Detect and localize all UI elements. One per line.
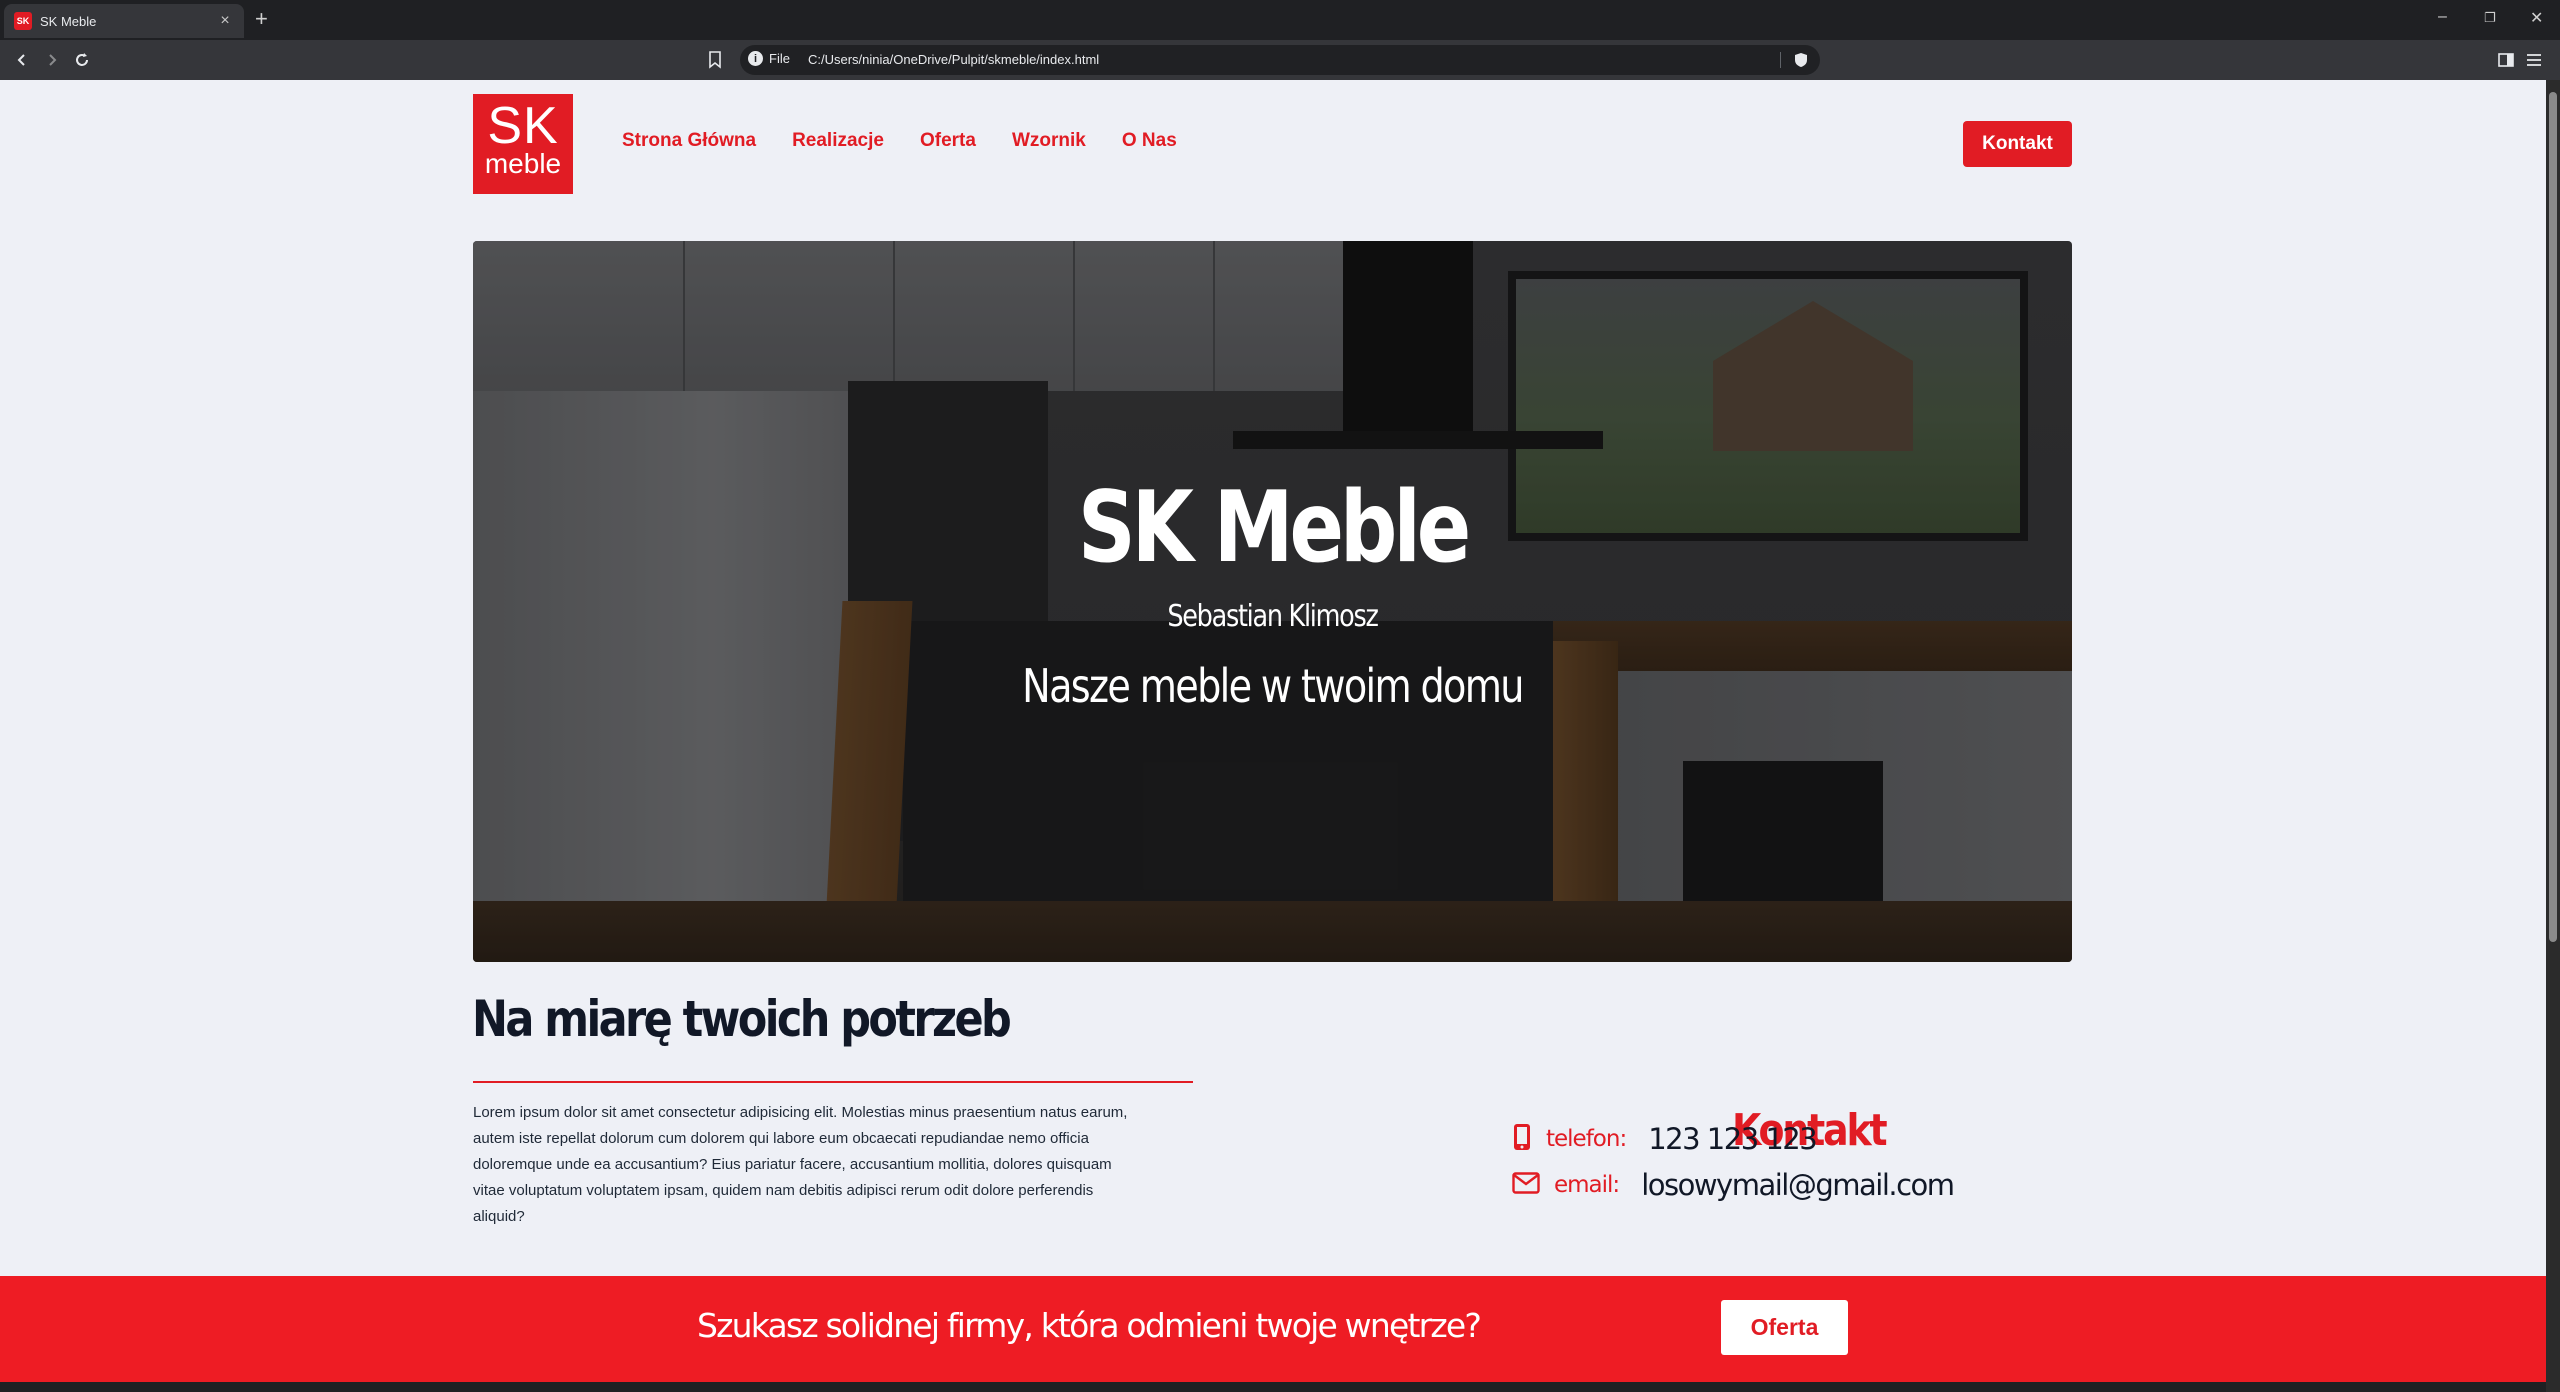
page-viewport: SK meble Strona Główna Realizacje Oferta… <box>0 80 2546 1382</box>
hero-banner: SK Meble Sebastian Klimosz Nasze meble w… <box>473 241 2072 962</box>
browser-tab[interactable]: SK SK Meble × <box>4 4 244 38</box>
kontakt-button[interactable]: Kontakt <box>1963 121 2072 167</box>
sidebar-icon[interactable] <box>2494 48 2518 72</box>
browser-tab-bar: SK SK Meble × + – ❐ ✕ <box>0 0 2560 40</box>
envelope-icon <box>1512 1171 1540 1199</box>
new-tab-icon[interactable]: + <box>255 8 268 30</box>
nav-wzornik[interactable]: Wzornik <box>1012 130 1086 152</box>
browser-toolbar: i File C:/Users/ninia/OneDrive/Pulpit/sk… <box>0 40 2560 80</box>
phone-label: telefon: <box>1546 1126 1627 1152</box>
nav-strona-glowna[interactable]: Strona Główna <box>622 130 756 152</box>
bottom-strip <box>0 1382 2546 1392</box>
scrollbar[interactable] <box>2546 80 2560 1392</box>
contact-email-row: email: losowymail@gmail.com <box>1512 1168 1955 1202</box>
scrollbar-thumb[interactable] <box>2549 92 2557 942</box>
info-icon: i <box>748 51 763 66</box>
shield-icon[interactable] <box>1794 52 1808 73</box>
site-info[interactable]: i File <box>748 51 790 66</box>
contact-phone-row: telefon: 123 123 123 <box>1512 1122 1818 1156</box>
main-nav: Strona Główna Realizacje Oferta Wzornik … <box>622 130 1177 152</box>
back-icon[interactable] <box>10 48 34 72</box>
hero-title: SK Meble <box>1077 471 1471 585</box>
forward-icon[interactable] <box>40 48 64 72</box>
bookmark-icon[interactable] <box>708 51 722 74</box>
email-value[interactable]: losowymail@gmail.com <box>1641 1168 1955 1202</box>
tab-title: SK Meble <box>40 13 97 29</box>
menu-icon[interactable] <box>2522 48 2546 72</box>
scheme-label: File <box>769 51 790 66</box>
about-title: Na miarę twoich potrzeb <box>472 990 1012 1048</box>
logo-sk: SK <box>487 97 559 155</box>
hero-subtitle: Sebastian Klimosz <box>1167 599 1379 634</box>
oferta-button[interactable]: Oferta <box>1721 1300 1848 1355</box>
logo-meble: meble <box>484 148 562 179</box>
window-close-icon[interactable]: ✕ <box>2530 8 2543 28</box>
phone-value[interactable]: 123 123 123 <box>1648 1122 1818 1156</box>
address-bar[interactable]: i File C:/Users/ninia/OneDrive/Pulpit/sk… <box>740 45 1820 75</box>
nav-o-nas[interactable]: O Nas <box>1122 130 1177 152</box>
restore-icon[interactable]: ❐ <box>2484 10 2496 26</box>
favicon-icon: SK <box>14 12 32 30</box>
url-text[interactable]: C:/Users/ninia/OneDrive/Pulpit/skmeble/i… <box>808 52 1099 67</box>
about-divider <box>473 1081 1193 1083</box>
phone-icon <box>1512 1123 1532 1156</box>
nav-oferta[interactable]: Oferta <box>920 130 976 152</box>
reload-icon[interactable] <box>70 48 94 72</box>
close-tab-icon[interactable]: × <box>216 12 234 30</box>
cta-banner: Szukasz solidnej firmy, która odmieni tw… <box>0 1276 2546 1382</box>
nav-realizacje[interactable]: Realizacje <box>792 130 884 152</box>
hero-tagline: Nasze meble w twoim domu <box>1022 659 1524 713</box>
omnibox-divider <box>1780 52 1781 68</box>
minimize-icon[interactable]: – <box>2438 8 2447 26</box>
cta-text: Szukasz solidnej firmy, która odmieni tw… <box>697 1306 1482 1345</box>
logo[interactable]: SK meble <box>473 94 573 194</box>
email-label: email: <box>1554 1172 1620 1198</box>
about-text: Lorem ipsum dolor sit amet consectetur a… <box>473 1104 1128 1225</box>
